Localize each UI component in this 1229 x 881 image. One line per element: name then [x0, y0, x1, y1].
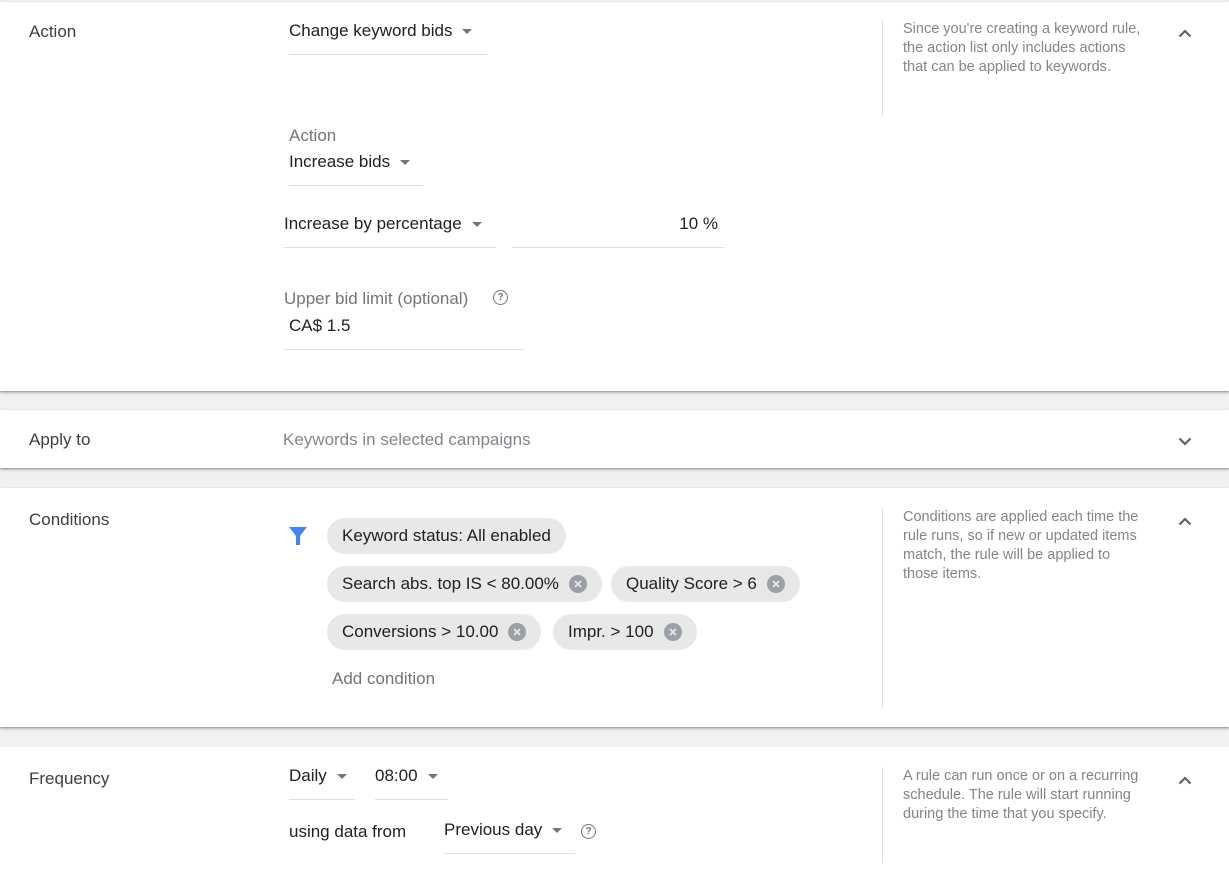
condition-chip-text: Search abs. top IS < 80.00%	[342, 574, 559, 593]
conditions-section-label: Conditions	[29, 510, 110, 529]
condition-chip-text: Impr. > 100	[568, 622, 654, 641]
upper-bid-input[interactable]: CA$ 1.5	[284, 314, 524, 350]
increase-method-value: Increase by percentage	[284, 214, 462, 233]
using-data-label: using data from	[289, 822, 407, 841]
dropdown-caret-icon	[552, 828, 563, 833]
frequency-section: Frequency Daily 08:00 using data from Pr…	[0, 747, 1229, 881]
percentage-input[interactable]: 10 %	[512, 210, 724, 248]
frequency-value: Daily	[289, 766, 327, 785]
data-range-value: Previous day	[444, 820, 543, 839]
help-icon[interactable]: ?	[581, 824, 596, 839]
percentage-value: 10 %	[679, 214, 718, 233]
remove-chip-icon[interactable]	[508, 623, 527, 641]
frequency-collapse-button[interactable]	[1172, 767, 1198, 793]
condition-chip[interactable]: Keyword status: All enabled	[327, 518, 566, 554]
apply-to-summary: Keywords in selected campaigns	[283, 430, 531, 449]
sub-action-dropdown[interactable]: Increase bids	[289, 148, 423, 186]
upper-bid-label: Upper bid limit (optional)	[284, 289, 469, 308]
condition-chip[interactable]: Conversions > 10.00	[327, 614, 542, 650]
time-dropdown[interactable]: 08:00	[375, 762, 448, 800]
action-collapse-button[interactable]	[1172, 20, 1198, 46]
condition-chip[interactable]: Search abs. top IS < 80.00%	[327, 566, 602, 602]
chevron-up-icon	[1178, 516, 1192, 525]
conditions-help-text: Conditions are applied each time the rul…	[882, 508, 1142, 708]
dropdown-caret-icon	[471, 222, 482, 227]
frequency-dropdown[interactable]: Daily	[289, 762, 355, 800]
dropdown-caret-icon	[427, 774, 438, 779]
sub-action-value: Increase bids	[289, 152, 391, 171]
filter-icon	[288, 526, 308, 546]
chevron-down-icon	[1178, 437, 1192, 446]
chevron-up-icon	[1178, 28, 1192, 37]
action-section: Action Change keyword bids Action Increa…	[0, 2, 1229, 391]
remove-chip-icon[interactable]	[568, 575, 587, 593]
remove-chip-icon[interactable]	[766, 575, 785, 593]
data-range-dropdown[interactable]: Previous day	[444, 816, 575, 854]
apply-to-expand-button[interactable]	[1172, 428, 1198, 454]
frequency-help-text: A rule can run once or on a recurring sc…	[882, 767, 1142, 863]
condition-chip-text: Quality Score > 6	[626, 574, 757, 593]
chevron-up-icon	[1178, 775, 1192, 784]
conditions-section: Conditions Keyword status: All enabled S…	[0, 488, 1229, 727]
apply-to-section[interactable]: Apply to Keywords in selected campaigns	[0, 410, 1229, 468]
rule-action-dropdown[interactable]: Change keyword bids	[289, 17, 487, 55]
add-condition-link[interactable]: Add condition	[332, 669, 435, 689]
condition-chip-text: Keyword status: All enabled	[342, 526, 551, 545]
dropdown-caret-icon	[336, 774, 347, 779]
condition-chip[interactable]: Quality Score > 6	[611, 566, 800, 602]
condition-chip-text: Conversions > 10.00	[342, 622, 499, 641]
action-help-text: Since you're creating a keyword rule, th…	[882, 20, 1142, 116]
help-icon[interactable]: ?	[493, 290, 508, 305]
apply-to-section-label: Apply to	[29, 430, 91, 449]
dropdown-caret-icon	[400, 160, 411, 165]
increase-method-dropdown[interactable]: Increase by percentage	[284, 210, 496, 248]
frequency-section-label: Frequency	[29, 769, 110, 788]
time-value: 08:00	[375, 766, 418, 785]
condition-chip[interactable]: Impr. > 100	[553, 614, 697, 650]
action-section-label: Action	[29, 22, 77, 41]
rule-action-value: Change keyword bids	[289, 21, 453, 40]
remove-chip-icon[interactable]	[663, 623, 682, 641]
sub-action-label: Action	[289, 126, 337, 145]
conditions-collapse-button[interactable]	[1172, 508, 1198, 534]
upper-bid-value: CA$ 1.5	[289, 316, 351, 335]
dropdown-caret-icon	[462, 29, 473, 34]
